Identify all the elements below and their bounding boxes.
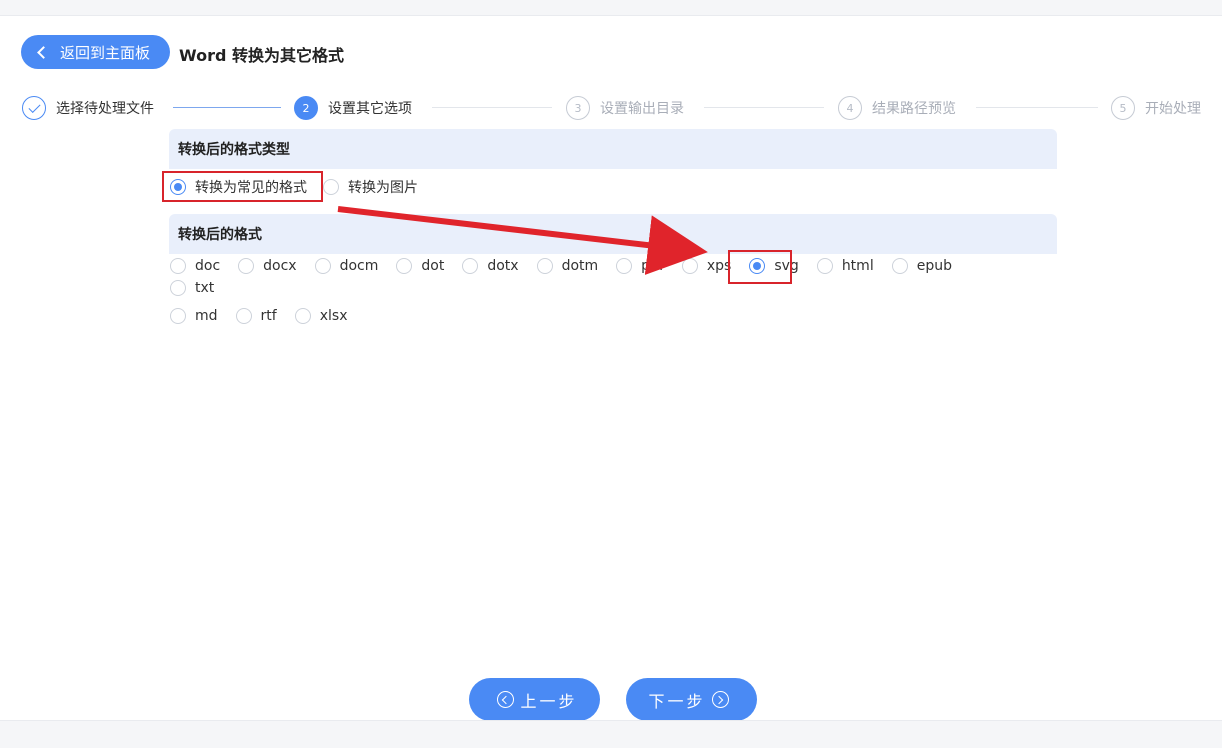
next-step-button[interactable]: 下一步 [626,678,757,721]
highlight-box [162,171,323,202]
radio-indicator [170,280,186,296]
radio-label: pdf [641,258,664,274]
step-progress: 选择待处理文件 2 设置其它选项 3 设置输出目录 4 结果路径预览 5 开始处… [0,94,1222,122]
back-button-label: 返回到主面板 [60,43,151,62]
radio-to-image[interactable]: 转换为图片 [323,177,418,197]
radio-format-html[interactable]: html [816,258,874,274]
header: 返回到主面板 Word 转换为其它格式 [0,16,1222,86]
radio-label: txt [195,280,215,296]
radio-indicator [238,258,255,274]
radio-label: dot [421,258,445,274]
radio-format-docx[interactable]: docx [238,258,297,274]
step-label: 开始处理 [1145,101,1201,117]
radio-format-epub[interactable]: epub [891,258,952,274]
output-format-heading: 转换后的格式 [169,214,1057,254]
radio-indicator [314,258,331,274]
prev-step-label: 上一步 [520,691,578,711]
radio-format-xps[interactable]: xps [681,258,731,274]
step-number: 2 [294,96,318,120]
radio-label: xlsx [319,308,348,324]
radio-label: docx [263,258,297,274]
radio-indicator [235,308,252,324]
step-label: 结果路径预览 [872,101,956,117]
radio-indicator [616,258,633,274]
radio-format-rtf[interactable]: rtf [235,308,277,324]
highlight-box [728,250,792,284]
footer-nav: 上一步 下一步 [0,678,1222,722]
radio-indicator [294,308,311,324]
prev-step-button[interactable]: 上一步 [469,678,600,721]
chevron-left-icon [37,46,50,59]
radio-label: md [195,308,218,324]
arrow-circle-left-icon [497,691,515,708]
step-connector [173,107,281,108]
radio-indicator [396,258,413,274]
radio-format-doc[interactable]: doc [170,258,220,274]
radio-label: dotx [487,258,519,274]
radio-format-xlsx[interactable]: xlsx [294,308,348,324]
radio-format-dotx[interactable]: dotx [462,258,519,274]
step-label: 设置输出目录 [600,101,684,117]
step-number: 3 [566,96,590,120]
window-bottom-strip [0,720,1222,748]
step-connector [704,107,824,108]
step-label: 选择待处理文件 [56,101,154,117]
back-to-dashboard-button[interactable]: 返回到主面板 [21,35,170,69]
step-select-files[interactable]: 选择待处理文件 [22,94,154,122]
radio-indicator [681,258,698,274]
format-type-heading: 转换后的格式类型 [169,129,1057,169]
radio-label: doc [195,258,221,274]
step-connector [976,107,1098,108]
radio-indicator [462,258,479,274]
radio-indicator [536,258,553,274]
step-label: 设置其它选项 [328,101,412,117]
radio-indicator [170,258,186,274]
radio-indicator [891,258,908,274]
step-start-processing[interactable]: 5 开始处理 [1111,94,1201,122]
radio-label: epub [916,258,952,274]
step-number: 4 [838,96,862,120]
radio-format-docm[interactable]: docm [314,258,379,274]
radio-format-txt[interactable]: txt [170,280,214,296]
check-icon [22,96,46,120]
radio-format-dot[interactable]: dot [396,258,444,274]
step-output-dir[interactable]: 3 设置输出目录 [566,94,684,122]
radio-indicator [323,179,339,195]
radio-label: rtf [260,308,277,324]
radio-label: 转换为图片 [348,180,418,196]
arrow-circle-right-icon [711,691,729,708]
radio-label: html [841,258,874,274]
radio-format-dotm[interactable]: dotm [536,258,599,274]
step-other-options[interactable]: 2 设置其它选项 [294,94,412,122]
output-format-section: 转换后的格式 doc docx docm dot dotx dotm pdf xps svg ht… [169,214,1057,324]
step-connector [432,107,552,108]
radio-format-md[interactable]: md [170,308,218,324]
radio-indicator [170,308,186,324]
page-title: Word 转换为其它格式 [179,46,344,65]
step-number: 5 [1111,96,1135,120]
window-top-strip [0,0,1222,16]
format-options: doc docx docm dot dotx dotm pdf xps svg html epub t… [169,254,1009,324]
radio-indicator [816,258,833,274]
radio-label: dotm [561,258,599,274]
step-result-preview[interactable]: 4 结果路径预览 [838,94,956,122]
next-step-label: 下一步 [648,691,706,711]
radio-format-pdf[interactable]: pdf [616,258,664,274]
radio-label: docm [339,258,379,274]
